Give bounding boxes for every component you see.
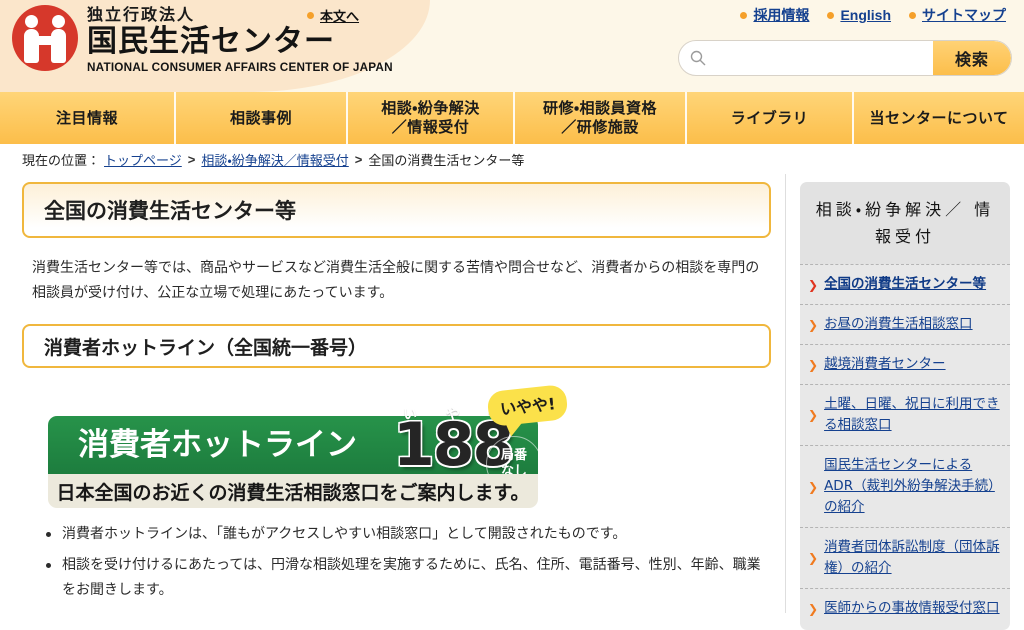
- list-item: 相談を受け付けるにあたっては、円滑な相談処理を実施するために、氏名、住所、電話番…: [40, 553, 763, 603]
- util-link-recruit[interactable]: 採用情報: [740, 5, 809, 25]
- site-header: 独立行政法人 国民生活センター NATIONAL CONSUMER AFFAIR…: [0, 0, 1024, 92]
- banner-title: 消費者ホットライン: [78, 427, 357, 463]
- chevron-right-icon: ❯: [808, 551, 819, 565]
- main-content: 全国の消費生活センター等 消費生活センター等では、商品やサービスなど消費生活全般…: [0, 174, 786, 613]
- nav-item-about-center[interactable]: 当センターについて: [854, 92, 1024, 144]
- sidebar-item-adr[interactable]: ❯ 国民生活センターによるADR（裁判外紛争解決手続）の紹介: [800, 445, 1010, 527]
- search-box[interactable]: 検索: [678, 40, 1012, 76]
- bullet-dot-icon: [827, 11, 835, 19]
- breadcrumb-item-home[interactable]: トップページ: [104, 150, 182, 169]
- util-link-label: サイトマップ: [922, 7, 1006, 23]
- page-layout: 全国の消費生活センター等 消費生活センター等では、商品やサービスなど消費生活全般…: [0, 174, 1024, 630]
- sidebar: 相談・紛争解決／ 情報受付 ❯ 全国の消費生活センター等 ❯ お昼の消費生活相談…: [786, 174, 1024, 630]
- skip-link-label: 本文へ: [320, 9, 360, 24]
- search-input[interactable]: [710, 41, 933, 75]
- sidebar-item-label: 医師からの事故情報受付窓口: [824, 600, 1000, 616]
- nav-item-library[interactable]: ライブラリ: [687, 92, 854, 144]
- search-icon: [690, 50, 706, 66]
- speech-bubble: いやや!: [486, 383, 569, 428]
- sidebar-item-label: 消費者団体訴訟制度（団体訴権）の紹介: [824, 539, 1000, 576]
- sidebar-item-class-action-system[interactable]: ❯ 消費者団体訴訟制度（団体訴権）の紹介: [800, 527, 1010, 588]
- badge-line-1: 局番: [500, 448, 527, 463]
- consumer-hotline-banner[interactable]: 消費者ホットライン い や や 188 局番 なし いやや! 日本全国のお近くの…: [48, 383, 569, 508]
- breadcrumb-item-section[interactable]: 相談・紛争解決／情報受付: [201, 150, 348, 169]
- chevron-right-icon: ❯: [808, 317, 819, 332]
- sidebar-item-doctor-accident-report[interactable]: ❯ 医師からの事故情報受付窓口: [800, 588, 1010, 628]
- intro-paragraph: 消費生活センター等では、商品やサービスなど消費生活全般に関する苦情や問合せなど、…: [32, 260, 760, 301]
- sidebar-item-label: お昼の消費生活相談窓口: [824, 316, 973, 332]
- sidebar-item-label: 越境消費者センター: [824, 356, 946, 372]
- sidebar-item-cross-border-center[interactable]: ❯ 越境消費者センター: [800, 344, 1010, 384]
- banner-caption: 日本全国のお近くの消費生活相談窓口をご案内します。: [56, 481, 530, 504]
- nav-item-consultation-cases[interactable]: 相談事例: [176, 92, 348, 144]
- sidebar-item-consumer-centers[interactable]: ❯ 全国の消費生活センター等: [800, 264, 1010, 304]
- banner-caption-panel: 日本全国のお近くの消費生活相談窓口をご案内します。: [48, 474, 538, 508]
- breadcrumb-item-current: 全国の消費生活センター等: [368, 152, 525, 168]
- nav-item-training[interactable]: 研修・相談員資格 ／研修施設: [515, 92, 687, 144]
- nav-item-featured[interactable]: 注目情報: [0, 92, 176, 144]
- sidebar-item-weekend-holiday-consultation[interactable]: ❯ 土曜、日曜、祝日に利用できる相談窓口: [800, 384, 1010, 445]
- utility-links: 採用情報 English サイトマップ: [740, 5, 1006, 25]
- sidebar-item-label: 全国の消費生活センター等: [824, 276, 987, 292]
- chevron-right-icon: ❯: [808, 357, 819, 372]
- page-title: 全国の消費生活センター等: [22, 182, 771, 238]
- breadcrumb-separator: >: [354, 151, 363, 167]
- bullet-dot-icon: [307, 12, 314, 19]
- skip-to-content-link[interactable]: 本文へ: [307, 6, 359, 25]
- nav-item-dispute-resolution[interactable]: 相談・紛争解決 ／情報受付: [348, 92, 515, 144]
- breadcrumb-prefix: 現在の位置：: [22, 152, 101, 168]
- bullet-dot-icon: [909, 11, 916, 19]
- sidebar-item-daytime-consultation[interactable]: ❯ お昼の消費生活相談窓口: [800, 304, 1010, 344]
- sidebar-item-label: 土曜、日曜、祝日に利用できる相談窓口: [824, 396, 1000, 433]
- list-item: 消費者ホットラインは、「誰もがアクセスしやすい相談窓口」として開設されたものです…: [40, 522, 763, 547]
- chevron-right-icon: ❯: [808, 408, 819, 422]
- hotline-notes-list: 消費者ホットラインは、「誰もがアクセスしやすい相談窓口」として開設されたものです…: [40, 522, 763, 603]
- util-link-sitemap[interactable]: サイトマップ: [909, 5, 1006, 25]
- util-link-english[interactable]: English: [827, 7, 891, 23]
- search-button[interactable]: 検索: [933, 41, 1011, 75]
- breadcrumb: 現在の位置： トップページ > 相談・紛争解決／情報受付 > 全国の消費生活セン…: [0, 144, 1024, 174]
- chevron-right-icon: ❯: [808, 601, 819, 616]
- sidebar-menu: ❯ 全国の消費生活センター等 ❯ お昼の消費生活相談窓口 ❯ 越境消費者センター…: [800, 264, 1010, 630]
- util-link-label: English: [840, 7, 891, 23]
- util-link-label: 採用情報: [753, 7, 810, 23]
- sidebar-item-label: 国民生活センターによるADR（裁判外紛争解決手続）の紹介: [824, 457, 995, 515]
- sidebar-heading: 相談・紛争解決／ 情報受付: [800, 182, 1010, 264]
- logo-org-name-en: NATIONAL CONSUMER AFFAIRS CENTER OF JAPA…: [87, 62, 393, 74]
- chevron-right-icon: ❯: [808, 479, 819, 494]
- global-navigation: 注目情報 相談事例 相談・紛争解決 ／情報受付 研修・相談員資格 ／研修施設 ラ…: [0, 92, 1024, 144]
- logo-org-name: 国民生活センター: [87, 24, 335, 59]
- bullet-dot-icon: [740, 11, 748, 19]
- chevron-right-icon: ❯: [808, 277, 819, 292]
- breadcrumb-separator: >: [187, 151, 196, 167]
- two-people-circle-logo-icon: [12, 5, 78, 71]
- section-title-hotline: 消費者ホットライン（全国統一番号）: [22, 324, 771, 368]
